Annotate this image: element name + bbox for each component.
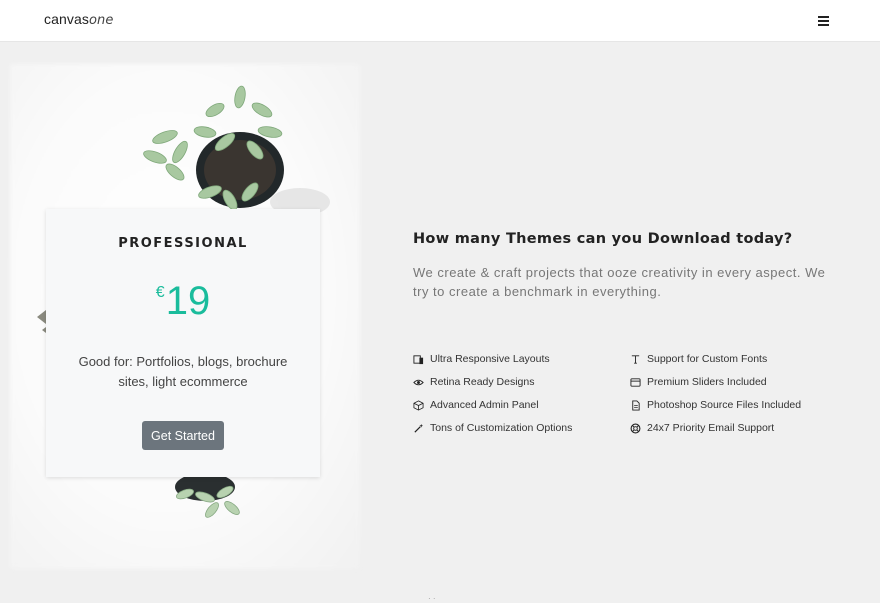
feature-item: 24x7 Priority Email Support — [630, 419, 774, 437]
feature-item: Advanced Admin Panel — [413, 396, 539, 414]
get-started-button[interactable]: Get Started — [142, 421, 224, 450]
feature-label: Photoshop Source Files Included — [647, 399, 802, 411]
file-icon — [630, 399, 641, 411]
feature-item: Ultra Responsive Layouts — [413, 350, 550, 368]
section-subtext: We create & craft projects that ooze cre… — [413, 265, 826, 299]
feature-item: Support for Custom Fonts — [630, 350, 767, 368]
support-icon — [630, 423, 641, 434]
logo-main: canvas — [44, 11, 89, 27]
magic-wand-icon — [413, 423, 424, 434]
logo[interactable]: canvasone — [44, 11, 113, 28]
price-amount: 19 — [165, 279, 211, 323]
feature-item: Premium Sliders Included — [630, 373, 767, 391]
feature-label: 24x7 Priority Email Support — [647, 422, 775, 434]
feature-label: Premium Sliders Included — [647, 376, 767, 388]
price: €19 — [46, 281, 320, 321]
logo-italic: one — [88, 13, 114, 28]
feature-label: Retina Ready Designs — [430, 376, 535, 388]
pricing-card: PROFESSIONAL €19 Good for: Portfolios, b… — [46, 209, 320, 477]
feature-label: Advanced Admin Panel — [430, 399, 539, 411]
feature-label: Tons of Customization Options — [430, 422, 573, 434]
carousel-prev-icon[interactable] — [37, 310, 46, 324]
font-icon — [630, 354, 641, 365]
feature-item: Retina Ready Designs — [413, 373, 534, 391]
feature-label: Ultra Responsive Layouts — [430, 353, 550, 365]
section-headline: How many Themes can you Download today? — [413, 231, 793, 247]
feature-item: Photoshop Source Files Included — [630, 396, 801, 414]
pricing-description: Good for: Portfolios, blogs, brochure si… — [78, 354, 288, 389]
devices-icon — [413, 354, 424, 365]
eye-icon — [413, 377, 424, 388]
hamburger-icon[interactable] — [818, 16, 829, 26]
slider-icon — [630, 377, 641, 388]
feature-item: Tons of Customization Options — [413, 419, 572, 437]
feature-label: Support for Custom Fonts — [647, 353, 768, 365]
cube-icon — [413, 399, 424, 411]
site-header: canvasone — [0, 0, 880, 42]
pricing-title: PROFESSIONAL — [118, 236, 248, 251]
price-currency: € — [155, 284, 165, 301]
